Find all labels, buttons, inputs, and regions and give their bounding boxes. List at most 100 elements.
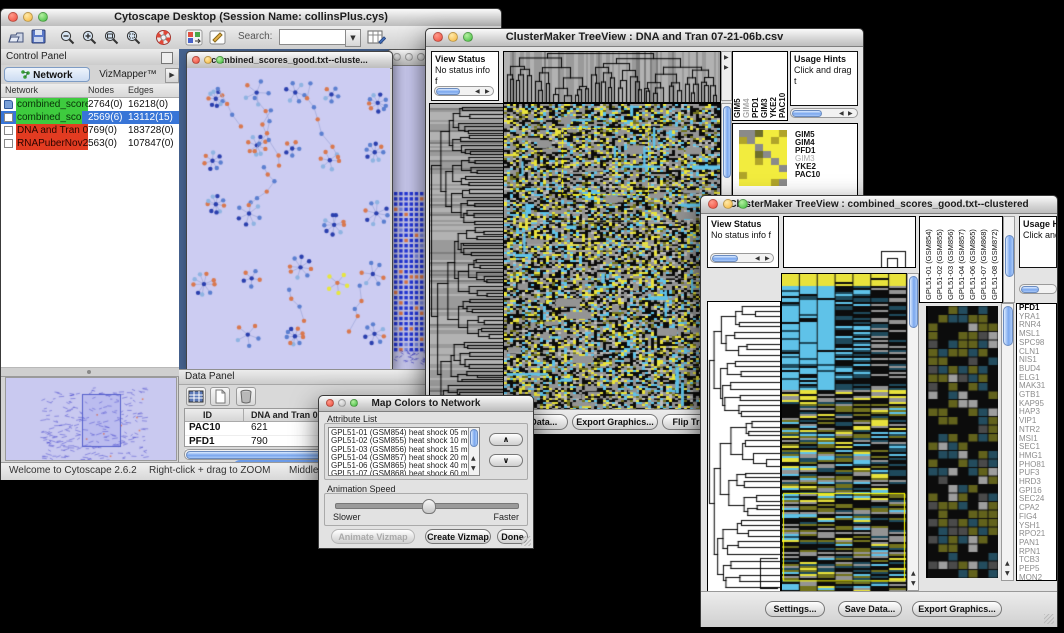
minimize-icon[interactable] xyxy=(448,32,458,42)
dialog-titlebar[interactable]: Map Colors to Network xyxy=(319,396,533,412)
create-vizmap-button[interactable]: Create Vizmap xyxy=(425,529,491,544)
zoom-window-icon[interactable] xyxy=(38,12,48,22)
matrix-label[interactable]: PAC10 xyxy=(795,171,820,179)
zoom-out-icon[interactable] xyxy=(59,29,76,51)
attribute-listbox[interactable]: GPL51-01 (GSM854) heat shock 05 minGPL51… xyxy=(328,427,480,476)
column-label[interactable]: PFD1 xyxy=(752,54,760,118)
column-label[interactable]: GIM3 xyxy=(761,54,769,118)
zoom-window-icon[interactable] xyxy=(350,399,358,407)
minimize-icon[interactable] xyxy=(23,12,33,22)
column-label[interactable]: GPL51-07 (GSM868) xyxy=(977,219,988,300)
column-label[interactable]: GIM5 xyxy=(734,54,742,118)
minimize-icon[interactable] xyxy=(405,53,413,61)
treeview2-heatmap[interactable] xyxy=(781,273,908,593)
usage-hints-scrollbar[interactable] xyxy=(1019,284,1057,294)
tab-overflow-arrow[interactable]: ▶ xyxy=(165,68,179,83)
network-window-titlebar[interactable]: combined_scores_good.txt--cluste... xyxy=(187,52,392,69)
close-icon[interactable] xyxy=(708,199,718,209)
open-file-icon[interactable] xyxy=(8,29,26,50)
export-graphics-button[interactable]: Export Graphics... xyxy=(912,601,1002,617)
column-label[interactable]: GPL51-03 (GSM856) xyxy=(944,219,955,300)
animation-speed-slider[interactable] xyxy=(335,503,519,509)
gene-label[interactable]: MON2 xyxy=(1019,574,1056,581)
zoom-selected-icon[interactable] xyxy=(125,29,142,51)
export-graphics-button[interactable]: Export Graphics... xyxy=(572,414,658,430)
treeview1-column-dendrogram[interactable] xyxy=(503,51,721,103)
close-icon[interactable] xyxy=(393,53,401,61)
gene-list-scrollbar[interactable]: ▲ ▼ xyxy=(1001,303,1014,581)
minimize-icon[interactable] xyxy=(723,199,733,209)
attribute-item[interactable]: GPL51-07 (GSM868) heat shock 60 min xyxy=(331,470,479,476)
close-icon[interactable] xyxy=(192,56,200,64)
slider-thumb[interactable] xyxy=(422,499,436,514)
treeview1-matrix-labels: GIM5GIM4PFD1GIM3YKE2PAC10 xyxy=(795,131,820,179)
treeview2-row-dendrogram[interactable] xyxy=(707,301,781,593)
treeview1-strip-scrollbar[interactable]: ▶ ▶ xyxy=(721,51,732,101)
column-label[interactable]: GPL51-08 (GSM872) xyxy=(988,219,999,300)
main-titlebar[interactable]: Cytoscape Desktop (Session Name: collins… xyxy=(1,9,501,27)
divider-handle-icon[interactable] xyxy=(87,370,91,374)
zoom-window-icon[interactable] xyxy=(738,199,748,209)
network-table-header[interactable]: Network Nodes Edges xyxy=(1,84,179,98)
close-icon[interactable] xyxy=(326,399,334,407)
delete-attribute-icon[interactable] xyxy=(236,387,256,406)
resize-grip[interactable] xyxy=(521,536,531,546)
move-down-button[interactable]: ∨ xyxy=(489,454,523,467)
vizmapper-icon[interactable] xyxy=(185,29,203,51)
minimize-icon[interactable] xyxy=(204,56,212,64)
column-label[interactable]: YKE2 xyxy=(770,54,778,118)
zoom-in-icon[interactable] xyxy=(81,29,98,51)
attribute-list-scrollbar[interactable]: ▲ ▼ xyxy=(468,428,479,475)
new-attribute-icon[interactable] xyxy=(210,387,230,406)
network-view-window[interactable]: combined_scores_good.txt--cluste... xyxy=(186,51,393,369)
animate-vizmap-button[interactable]: Animate Vizmap xyxy=(331,529,415,544)
view-status-scrollbar[interactable]: ◀ ▶ xyxy=(710,253,774,263)
birdseye-view[interactable] xyxy=(5,377,177,461)
treeview2-titlebar[interactable]: ClusterMaker TreeView : combined_scores_… xyxy=(701,196,1057,214)
treeview1-heatmap[interactable] xyxy=(503,103,721,411)
network-row[interactable]: combined_scores2764(0)16218(0) xyxy=(1,98,179,111)
usage-hints-scrollbar[interactable]: ◀ ▶ xyxy=(790,108,858,118)
network-row[interactable]: RNAPuberNov2+563(0)107847(0) xyxy=(1,137,179,150)
tab-network[interactable]: Network xyxy=(4,67,90,82)
move-up-button[interactable]: ∧ xyxy=(489,433,523,446)
zoom-fit-icon[interactable] xyxy=(103,29,120,51)
settings-button[interactable]: Settings... xyxy=(765,601,825,617)
resize-grip[interactable] xyxy=(1044,614,1054,624)
treeview1-matrix-heatmap[interactable] xyxy=(739,130,787,186)
search-dropdown-icon[interactable]: ▼ xyxy=(345,29,361,47)
save-data-button[interactable]: Save Data... xyxy=(838,601,902,617)
float-panel-icon[interactable] xyxy=(161,52,173,64)
tab-vizmapper[interactable]: VizMapper™ xyxy=(93,67,163,82)
panel-divider[interactable] xyxy=(1,367,179,377)
annotation-icon[interactable] xyxy=(209,29,227,51)
minimize-icon[interactable] xyxy=(338,399,346,407)
column-label[interactable]: GPL51-04 (GSM857) xyxy=(955,219,966,300)
zoom-window-icon[interactable] xyxy=(417,53,425,61)
treeview1-titlebar[interactable]: ClusterMaker TreeView : DNA and Tran 07-… xyxy=(426,29,863,47)
network-row[interactable]: DNA and Tran 07769(0)183728(0) xyxy=(1,124,179,137)
network-row[interactable]: combined_sco2569(6)13112(15) xyxy=(1,111,179,124)
attribute-browser-icon[interactable] xyxy=(367,29,386,51)
column-label[interactable]: GIM4 xyxy=(743,54,751,118)
save-session-icon[interactable] xyxy=(31,29,47,50)
close-icon[interactable] xyxy=(8,12,18,22)
close-icon[interactable] xyxy=(433,32,443,42)
attribute-select-icon[interactable] xyxy=(186,387,206,406)
treeview1-row-dendrogram[interactable] xyxy=(429,103,505,411)
network-view[interactable] xyxy=(187,68,390,369)
help-icon[interactable] xyxy=(155,29,172,51)
column-label[interactable]: GPL51-06 (GSM865) xyxy=(966,219,977,300)
zoom-window-icon[interactable] xyxy=(463,32,473,42)
treeview2-vscrollbar[interactable]: ▲ ▼ xyxy=(907,273,919,591)
treeview2-zoom-heatmap[interactable] xyxy=(926,306,998,578)
column-label[interactable]: GPL51-01 (GSM854) xyxy=(922,219,933,300)
search-input[interactable] xyxy=(279,29,347,45)
treeview2-column-dendrogram[interactable] xyxy=(783,216,916,268)
window-controls[interactable] xyxy=(8,12,48,22)
column-label[interactable]: GPL51-02 (GSM855) xyxy=(933,219,944,300)
zoom-window-icon[interactable] xyxy=(216,56,224,64)
column-label[interactable]: PAC10 xyxy=(779,54,787,118)
view-status-scrollbar[interactable]: ◀ ▶ xyxy=(434,86,494,96)
treeview2-labels-vscrollbar[interactable] xyxy=(1003,216,1015,303)
